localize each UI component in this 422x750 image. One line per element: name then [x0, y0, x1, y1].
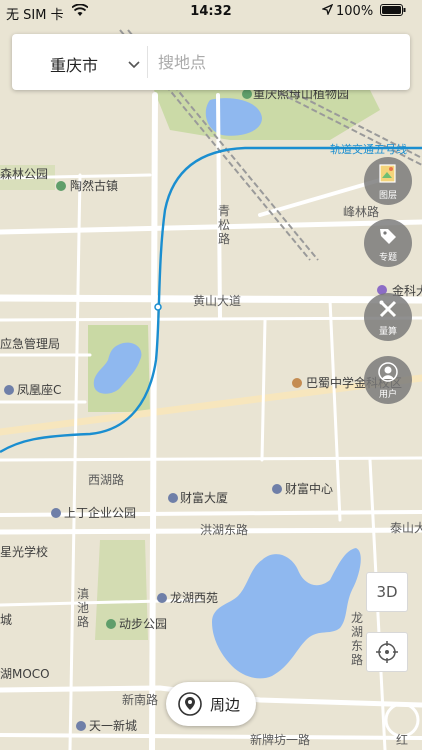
label-forest-park: 森林公园	[0, 166, 48, 181]
metro-station-marker[interactable]	[154, 303, 162, 311]
label-hu-moco: 湖MOCO	[0, 666, 50, 681]
label-caifu-building: 财富大厦	[180, 490, 228, 505]
building-icon	[51, 508, 61, 518]
topics-label: 专题	[378, 253, 397, 263]
label-longhu-rd: 龙湖东路	[351, 611, 363, 667]
user-icon	[378, 362, 398, 382]
label-hongxi-east-rd: 洪湖东路	[200, 522, 248, 537]
label-xinnan-rd: 新南路	[122, 692, 158, 707]
label-shangding-park: 上丁企业公园	[64, 505, 136, 520]
status-bar: 无 SIM 卡 14:32 100%	[0, 0, 422, 24]
park-icon	[242, 89, 252, 99]
locate-me-button[interactable]	[366, 632, 408, 672]
location-arrow-icon	[321, 3, 334, 19]
battery-icon	[380, 4, 406, 20]
layers-icon	[379, 164, 396, 183]
label-taishan: 泰山大	[390, 521, 422, 535]
building-icon	[272, 484, 282, 494]
search-bar: 重庆市	[12, 34, 410, 90]
topics-button[interactable]: 专题	[364, 219, 412, 267]
tag-icon	[380, 229, 396, 244]
layers-button[interactable]: 图层	[364, 157, 412, 205]
battery-percent: 100%	[336, 4, 374, 19]
measure-button[interactable]: 量算	[364, 293, 412, 341]
search-divider	[147, 46, 148, 78]
crosshair-icon	[376, 641, 398, 663]
nearby-label: 周边	[210, 696, 241, 714]
user-label: 用户	[378, 390, 397, 400]
park-icon	[106, 619, 116, 629]
label-longhu-xiyuan: 龙湖西苑	[170, 590, 218, 605]
building-icon	[76, 721, 86, 731]
label-caifu-center: 财富中心	[285, 481, 333, 496]
label-xihu-rd: 西湖路	[88, 472, 124, 487]
park-icon	[56, 181, 66, 191]
city-selector[interactable]: 重庆市	[50, 52, 98, 76]
label-qingsong-rd: 青松路	[218, 204, 230, 246]
label-dongbu-park: 动步公园	[119, 617, 167, 631]
label-fenghuangzuo: 凤凰座C	[17, 382, 61, 397]
label-emergency-bureau: 应急管理局	[0, 336, 60, 351]
label-cheng: 城	[0, 613, 12, 627]
label-hong: 红	[396, 732, 408, 747]
label-huangshan-ave: 黄山大道	[193, 294, 241, 308]
label-tianyi-xincheng: 天一新城	[89, 718, 137, 733]
label-xinpaifang-rd: 新牌坊一路	[250, 732, 310, 747]
map-canvas[interactable]: 重庆照母山植物园 轨道交通五号线 森林公园 陶然古镇 峰林路 黄山大道 应急管理…	[0, 0, 422, 750]
school-icon	[292, 378, 302, 388]
user-button[interactable]: 用户	[364, 356, 412, 404]
3d-toggle-button[interactable]: 3D	[366, 572, 408, 612]
layers-label: 图层	[378, 191, 397, 201]
label-metro-line: 轨道交通五号线	[330, 142, 407, 156]
search-input[interactable]	[158, 46, 398, 78]
building-icon	[168, 493, 178, 503]
chevron-down-icon[interactable]	[128, 54, 140, 73]
map-pin-icon	[178, 692, 202, 716]
building-icon	[4, 385, 14, 395]
label-taoran-town: 陶然古镇	[70, 178, 118, 193]
building-icon	[157, 593, 167, 603]
measure-tools-icon	[379, 300, 397, 318]
measure-label: 量算	[378, 327, 397, 337]
nearby-button[interactable]: 周边	[166, 682, 256, 726]
label-fenglin-rd: 峰林路	[343, 204, 379, 219]
label-xingguang-school: 星光学校	[0, 544, 48, 559]
label-dianchi-rd: 滇池路	[77, 587, 89, 629]
